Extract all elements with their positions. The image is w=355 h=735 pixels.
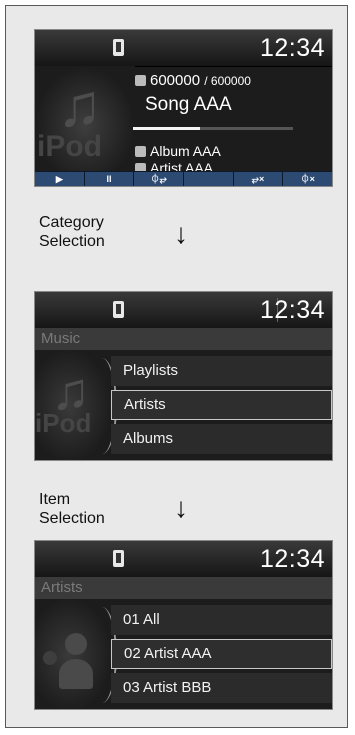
ipod-logo: iPod — [35, 408, 92, 438]
progress-fill — [133, 127, 201, 130]
clock: 12:34 — [259, 545, 325, 573]
down-arrow-icon: ↓ — [174, 492, 188, 523]
status-bar: 12:34 — [35, 30, 332, 67]
clock: 12:34 — [259, 34, 325, 62]
status-bar: 12:34 — [35, 541, 332, 578]
caption-line: Selection — [39, 233, 105, 250]
repeat-button[interactable]: ⏀⥂ — [134, 172, 185, 186]
clock: 12:34 — [259, 296, 325, 324]
list-item-artist-bbb[interactable]: 03 Artist BBB — [111, 673, 332, 703]
usb-icon — [113, 39, 124, 56]
usb-icon — [113, 301, 124, 318]
screen-title: Artists — [35, 577, 332, 599]
person-icon — [65, 633, 87, 655]
track-counter: 600000 / 600000 — [135, 72, 251, 89]
track-number: 600000 — [150, 72, 201, 89]
list-item-albums[interactable]: Albums — [111, 424, 332, 454]
status-bar: 12:34 — [35, 292, 332, 329]
shuffle-button[interactable]: ⥂× — [234, 172, 284, 186]
album-name: Album AAA — [150, 143, 221, 159]
pause-button[interactable]: II — [85, 172, 135, 186]
caption-line: Selection — [39, 510, 105, 527]
item-selection-caption: Item Selection — [39, 490, 105, 528]
screen-title: Music — [35, 328, 332, 350]
ipod-logo: iPod — [37, 130, 102, 163]
album-icon — [135, 146, 146, 157]
now-playing-screen: 12:34 ♫ iPod 600000 / 600000 Song AAA Al… — [34, 29, 333, 187]
track-number-icon — [135, 75, 146, 86]
caption-line: Item — [39, 491, 71, 508]
list-item-playlists[interactable]: Playlists — [111, 356, 332, 386]
list-item-artist-aaa[interactable]: 02 Artist AAA — [111, 639, 332, 669]
down-arrow-icon: ↓ — [174, 218, 188, 249]
play-button[interactable]: ▶ — [35, 172, 85, 186]
list-item-all[interactable]: 01 All — [111, 605, 332, 635]
list-item-artists[interactable]: Artists — [111, 390, 332, 420]
blank-button[interactable] — [184, 172, 234, 186]
track-total: / 600000 — [204, 74, 251, 88]
playback-controls: ▶ II ⏀⥂ ⥂× ⏀× — [35, 171, 332, 186]
music-note-icon: ♫ — [57, 72, 102, 139]
usb-icon — [113, 550, 124, 567]
album-row: Album AAA — [135, 143, 221, 159]
caption-line: Category — [39, 214, 104, 231]
shuffle-off-button[interactable]: ⏀× — [283, 172, 332, 186]
person-icon — [43, 651, 57, 665]
artist-screen: 12:34 Artists 01 All 02 Artist AAA 03 Ar… — [34, 540, 333, 710]
ipod-artwork: ♫ iPod — [35, 66, 135, 174]
progress-bar — [133, 127, 293, 130]
category-selection-caption: Category Selection — [39, 213, 105, 251]
instruction-panel: 12:34 ♫ iPod 600000 / 600000 Song AAA Al… — [5, 5, 348, 728]
category-screen: 12:34 Music ♫ iPod Playlists Artists Alb… — [34, 291, 333, 461]
song-title: Song AAA — [145, 94, 232, 115]
